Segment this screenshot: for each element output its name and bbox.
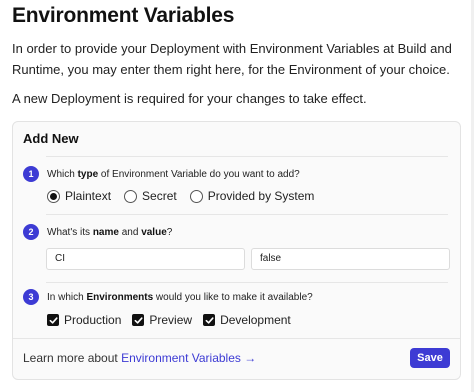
radio-selected-dot — [50, 192, 57, 200]
radio-provided-by-system[interactable]: Provided by System — [189, 189, 314, 203]
radio-circle — [189, 189, 203, 203]
checkmark-icon — [203, 314, 216, 326]
checkmark-icon — [47, 314, 59, 326]
checkbox-production[interactable]: Production — [47, 313, 121, 327]
divider — [46, 156, 448, 157]
step-1-question: Which type of Environment Variable do yo… — [47, 169, 300, 180]
radio-circle — [124, 189, 138, 203]
checkbox-preview[interactable]: Preview — [132, 313, 192, 327]
type-radio-group: Plaintext Secret Provided by System — [47, 189, 327, 203]
step-2-badge: 2 — [23, 224, 39, 240]
radio-secret[interactable]: Secret — [124, 189, 177, 203]
checkmark-icon — [132, 314, 145, 326]
variable-name-input[interactable]: CI — [46, 248, 245, 270]
divider — [46, 214, 448, 215]
deployment-notice: A new Deployment is required for your ch… — [12, 91, 367, 106]
step-2-question: What's its name and value? — [47, 227, 173, 238]
add-new-card: Add New 1 Which type of Environment Vari… — [12, 121, 461, 380]
radio-circle — [47, 189, 60, 203]
learn-more-text: Learn more about Environment Variables → — [23, 351, 257, 365]
variable-value-input[interactable]: false — [251, 248, 450, 270]
page-title: Environment Variables — [12, 4, 235, 27]
step-3-question: In which Environments would you like to … — [47, 292, 313, 303]
divider — [46, 282, 448, 283]
card-heading: Add New — [23, 131, 79, 146]
step-1-badge: 1 — [23, 166, 39, 182]
intro-text: In order to provide your Deployment with… — [12, 41, 452, 77]
radio-plaintext[interactable]: Plaintext — [47, 189, 111, 203]
checkbox-development[interactable]: Development — [203, 313, 291, 327]
divider — [13, 338, 460, 339]
environment-variables-docs-link[interactable]: Environment Variables → — [121, 351, 256, 365]
save-button[interactable]: Save — [410, 348, 450, 368]
environment-checkbox-group: Production Preview Development — [47, 313, 302, 327]
step-3-badge: 3 — [23, 289, 39, 305]
